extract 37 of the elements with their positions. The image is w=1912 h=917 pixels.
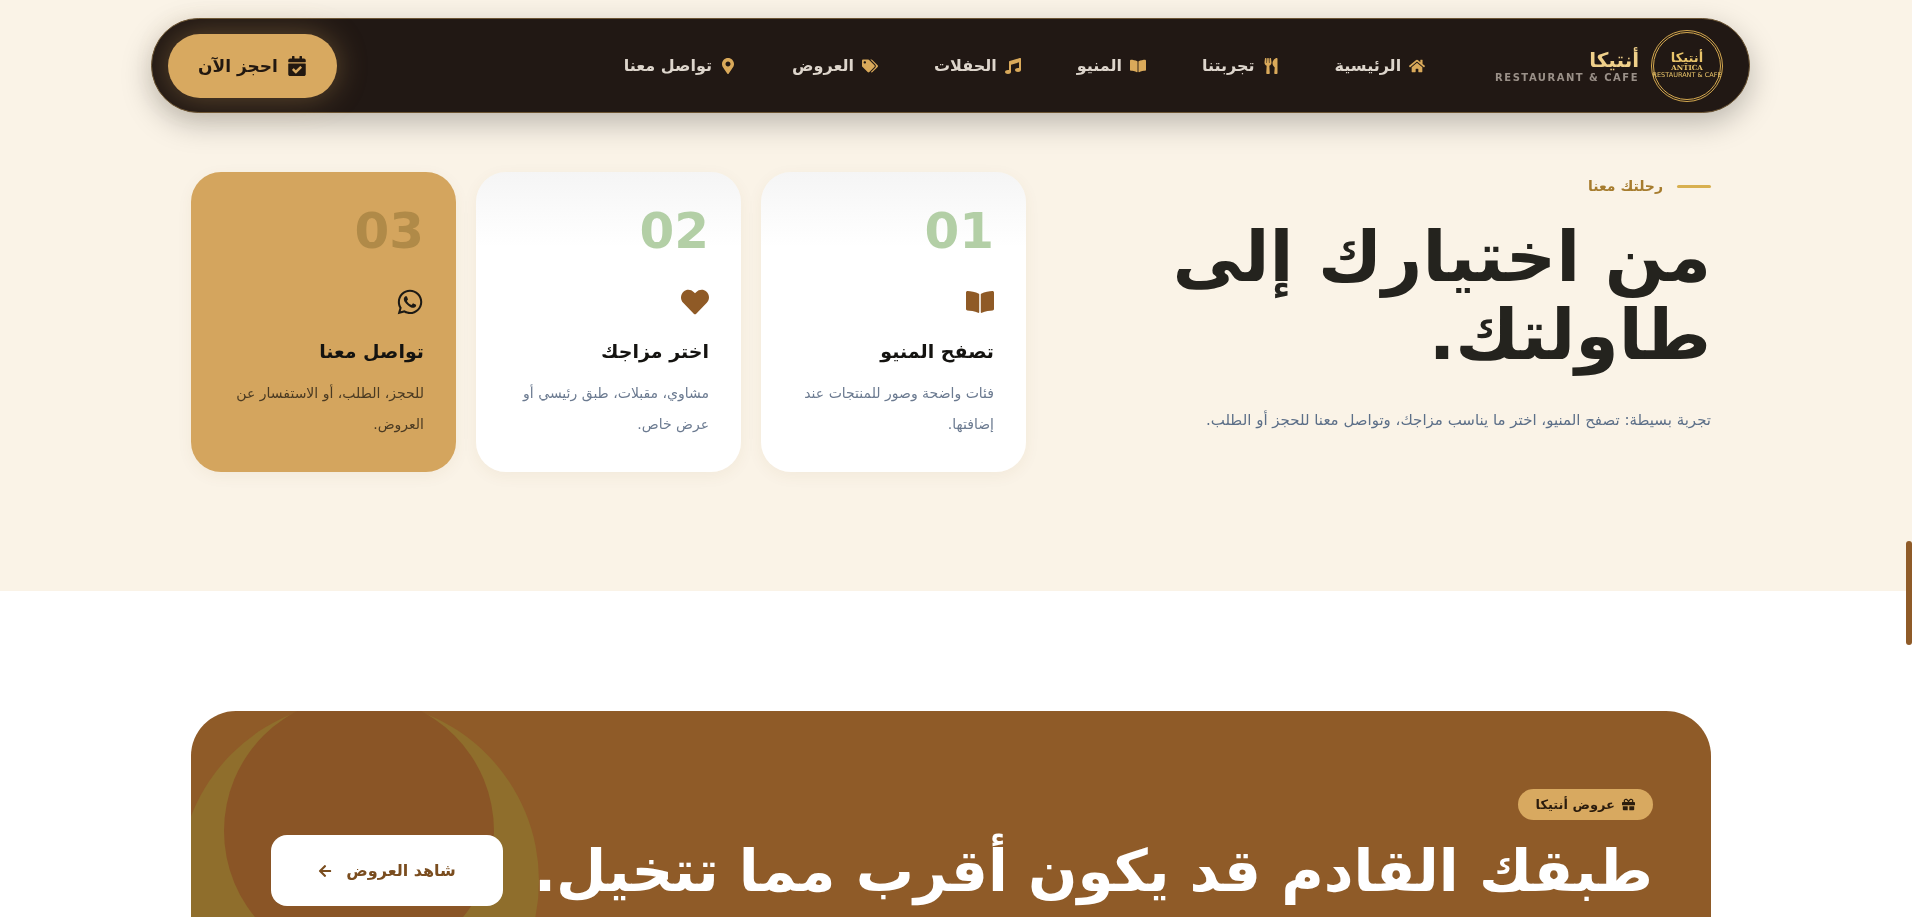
step-number: 01 xyxy=(924,206,994,256)
offers-heading: طبقك القادم قد يكون أقرب مما تتخيل. xyxy=(533,834,1653,910)
tags-icon xyxy=(861,57,878,74)
accent-line xyxy=(1677,184,1711,188)
step-number: 02 xyxy=(639,206,709,256)
arrow-left-icon xyxy=(318,863,333,878)
heart-icon xyxy=(681,288,709,316)
step-title: تواصل معنا xyxy=(319,340,424,362)
brand-tagline: RESTAURANT & CAFE xyxy=(1495,72,1639,83)
music-note-icon xyxy=(1004,57,1021,74)
step-description: للحجز، الطلب، أو الاستفسار عن العروض. xyxy=(235,383,424,435)
calendar-icon xyxy=(286,55,307,76)
step-description: مشاوي، مقبلات، طبق رئيسي أو عرض خاص. xyxy=(521,383,709,435)
book-now-button[interactable]: احجز الآن xyxy=(168,33,337,98)
nav-link[interactable]: الرئيسية xyxy=(1334,56,1426,75)
nav-link[interactable]: الحفلات xyxy=(933,56,1021,75)
step-title: اختر مزاجك xyxy=(601,340,709,362)
whatsapp-icon xyxy=(396,288,424,316)
eyebrow-label: رحلتك معنا xyxy=(1587,178,1663,194)
offers-badge: عروض أنتيكا xyxy=(1517,789,1653,820)
brand-name: أنتيكا xyxy=(1589,48,1639,72)
book-icon xyxy=(1130,57,1147,74)
fork-knife-icon xyxy=(1262,57,1279,74)
gift-icon xyxy=(1622,798,1635,811)
step-title: تصفح المنيو xyxy=(880,340,994,362)
nav-link[interactable]: العروض xyxy=(792,56,878,75)
nav-link[interactable]: تواصل معنا xyxy=(623,56,736,75)
section-description: تجربة بسيطة: تصفح المنيو، اختر ما يناسب مزاجك، وتواصل معنا للحجز أو الطلب. xyxy=(1205,410,1711,429)
house-icon xyxy=(1409,57,1426,74)
nav-link[interactable]: المنيو xyxy=(1076,56,1147,75)
nav-link[interactable]: تجربتنا xyxy=(1202,56,1279,75)
step-description: فئات واضحة وصور للمنتجات عند إضافتها. xyxy=(803,384,994,434)
view-offers-button[interactable]: شاهد العروض xyxy=(271,835,503,906)
section-heading: من اختيارك إلى طاولتك. xyxy=(1171,218,1711,375)
scrollbar-thumb[interactable] xyxy=(1906,541,1912,645)
location-pin-icon xyxy=(720,57,736,74)
book-icon xyxy=(966,288,994,316)
